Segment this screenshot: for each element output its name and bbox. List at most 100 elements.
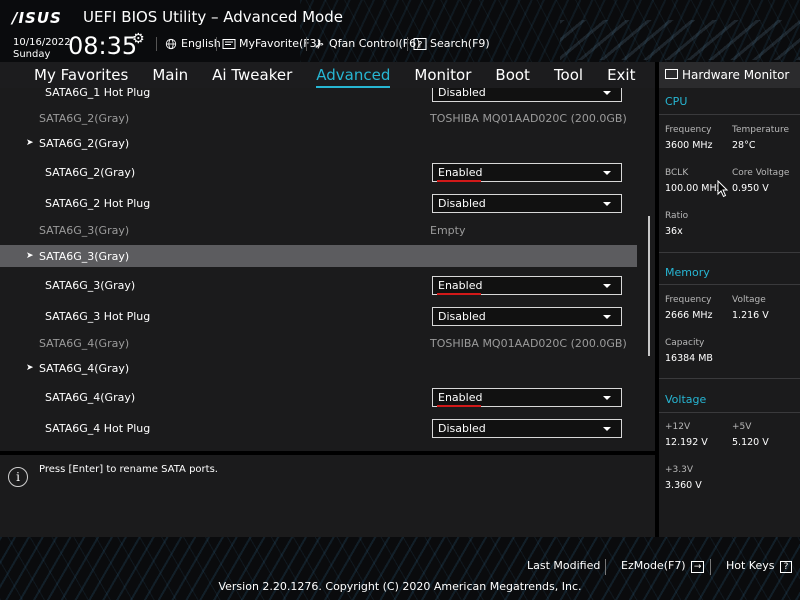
ezmode-label: EzMode(F7) (621, 559, 686, 572)
dropdown-value: Disabled (438, 309, 486, 323)
scrollbar[interactable] (648, 216, 650, 356)
capacity-value: 16384 MB (665, 353, 713, 364)
dropdown-value: Disabled (438, 421, 486, 435)
hot-plug-dropdown[interactable]: Disabled (432, 193, 622, 213)
setting-label: SATA6G_3(Gray) (45, 278, 136, 292)
tab-ai-tweaker[interactable]: Ai Tweaker (200, 66, 304, 84)
date-display: 10/16/2022 Sunday (13, 37, 71, 61)
submenu-row-selected[interactable]: ➤ SATA6G_3(Gray) (0, 245, 637, 267)
submenu-row[interactable]: ➤ SATA6G_4(Gray) (0, 357, 637, 379)
tab-boot[interactable]: Boot (483, 66, 542, 84)
setting-row[interactable]: SATA6G_4 Hot Plug Disabled (0, 417, 637, 439)
svg-text:?: ? (418, 40, 423, 50)
chevron-down-icon (603, 201, 611, 206)
ratio-value: 36x (665, 226, 683, 237)
submenu-row[interactable]: ➤ SATA6G_2(Gray) (0, 132, 637, 154)
hot-plug-dropdown[interactable]: Disabled (432, 306, 622, 326)
myfavorite-label: MyFavorite(F3) (239, 37, 321, 50)
memory-frequency-label: Frequency (665, 295, 712, 305)
info-row: SATA6G_2(Gray) TOSHIBA MQ01AAD020C (200.… (0, 107, 637, 129)
tab-main[interactable]: Main (140, 66, 200, 84)
v5-label: +5V (732, 422, 752, 432)
version-text: Version 2.20.1276. Copyright (C) 2020 Am… (218, 580, 582, 593)
setting-row[interactable]: SATA6G_4(Gray) Enabled (0, 386, 637, 408)
hot-keys-button[interactable]: Hot Keys ? (726, 559, 792, 573)
memory-voltage-value: 1.216 V (732, 310, 769, 321)
search-label: Search(F9) (430, 37, 490, 50)
hot-keys-help-icon: ? (780, 561, 792, 573)
monitor-icon (665, 69, 678, 79)
v33-label: +3.3V (665, 465, 694, 475)
cpu-temperature-label: Temperature (732, 125, 790, 135)
hardware-monitor-title: Hardware Monitor (682, 68, 790, 82)
language-label: English (181, 37, 221, 50)
enabled-marker (437, 404, 481, 407)
setting-label: SATA6G_4 Hot Plug (45, 421, 151, 435)
arrow-right-icon: ➤ (26, 138, 34, 148)
ratio-label: Ratio (665, 211, 689, 221)
enabled-marker (437, 292, 481, 295)
fan-icon (315, 39, 324, 48)
day-text: Sunday (13, 49, 51, 60)
device-value: TOSHIBA MQ01AAD020C (200.0GB) (430, 111, 627, 125)
page-title: UEFI BIOS Utility – Advanced Mode (83, 8, 343, 26)
info-row: SATA6G_3(Gray) Empty (0, 219, 637, 241)
setting-row[interactable]: SATA6G_3 Hot Plug Disabled (0, 305, 637, 327)
setting-row[interactable]: SATA6G_2 Hot Plug Disabled (0, 192, 637, 214)
tab-my-favorites[interactable]: My Favorites (22, 66, 140, 84)
submenu-label: SATA6G_4(Gray) (39, 361, 130, 375)
mouse-cursor-icon (717, 180, 729, 198)
port-enable-dropdown[interactable]: Enabled (432, 162, 622, 182)
footer-bar: Last Modified EzMode(F7) → Hot Keys ? Ve… (0, 537, 800, 600)
dropdown-value: Enabled (438, 278, 483, 292)
core-voltage-value: 0.950 V (732, 183, 769, 194)
gear-icon[interactable]: ⚙ (132, 31, 145, 47)
main-menu-bar: My Favorites Main Ai Tweaker Advanced Mo… (0, 62, 655, 88)
chevron-down-icon (603, 314, 611, 319)
setting-label: SATA6G_1 Hot Plug (45, 88, 151, 99)
clock[interactable]: 08:35 (68, 32, 137, 60)
dropdown-value: Enabled (438, 390, 483, 404)
language-button[interactable]: English (164, 37, 221, 50)
ezmode-button[interactable]: EzMode(F7) → (621, 559, 705, 573)
header-separator (407, 37, 408, 51)
chevron-down-icon (603, 395, 611, 400)
tab-exit[interactable]: Exit (595, 66, 647, 84)
footer-separator (605, 559, 606, 575)
tab-advanced[interactable]: Advanced (304, 66, 402, 88)
dropdown-value: Disabled (438, 88, 486, 99)
memory-voltage-label: Voltage (732, 295, 766, 305)
setting-label: SATA6G_2(Gray) (45, 165, 136, 179)
hardware-monitor-header[interactable]: Hardware Monitor (659, 62, 800, 88)
submenu-label: SATA6G_3(Gray) (39, 249, 130, 263)
v12-label: +12V (665, 422, 691, 432)
setting-row[interactable]: SATA6G_3(Gray) Enabled (0, 274, 637, 296)
header-separator (156, 37, 157, 51)
port-enable-dropdown[interactable]: Enabled (432, 387, 622, 407)
help-text: Press [Enter] to rename SATA ports. (39, 464, 218, 475)
tab-tool[interactable]: Tool (542, 66, 595, 84)
port-enable-dropdown[interactable]: Enabled (432, 275, 622, 295)
hot-plug-dropdown[interactable]: Disabled (432, 88, 622, 102)
setting-row[interactable]: SATA6G_2(Gray) Enabled (0, 161, 637, 183)
asus-logo: /ISUS (12, 9, 62, 27)
hot-plug-dropdown[interactable]: Disabled (432, 418, 622, 438)
port-label: SATA6G_2(Gray) (39, 111, 130, 125)
device-value: Empty (430, 223, 466, 237)
bclk-label: BCLK (665, 168, 689, 178)
dropdown-value: Enabled (438, 165, 483, 179)
setting-row[interactable]: SATA6G_1 Hot Plug Disabled (0, 88, 637, 103)
memory-frequency-value: 2666 MHz (665, 310, 713, 321)
chevron-down-icon (603, 90, 611, 95)
qfan-button[interactable]: Qfan Control(F6) (312, 37, 420, 50)
core-voltage-label: Core Voltage (732, 168, 790, 178)
v33-value: 3.360 V (665, 480, 702, 491)
globe-icon (165, 38, 177, 49)
last-modified-button[interactable]: Last Modified (527, 559, 600, 572)
arrow-right-icon: ➤ (26, 251, 34, 261)
cpu-frequency-label: Frequency (665, 125, 712, 135)
capacity-label: Capacity (665, 338, 705, 348)
search-button[interactable]: ? Search(F9) (413, 37, 490, 50)
tab-monitor[interactable]: Monitor (402, 66, 483, 84)
voltage-section-title: Voltage (665, 393, 707, 406)
